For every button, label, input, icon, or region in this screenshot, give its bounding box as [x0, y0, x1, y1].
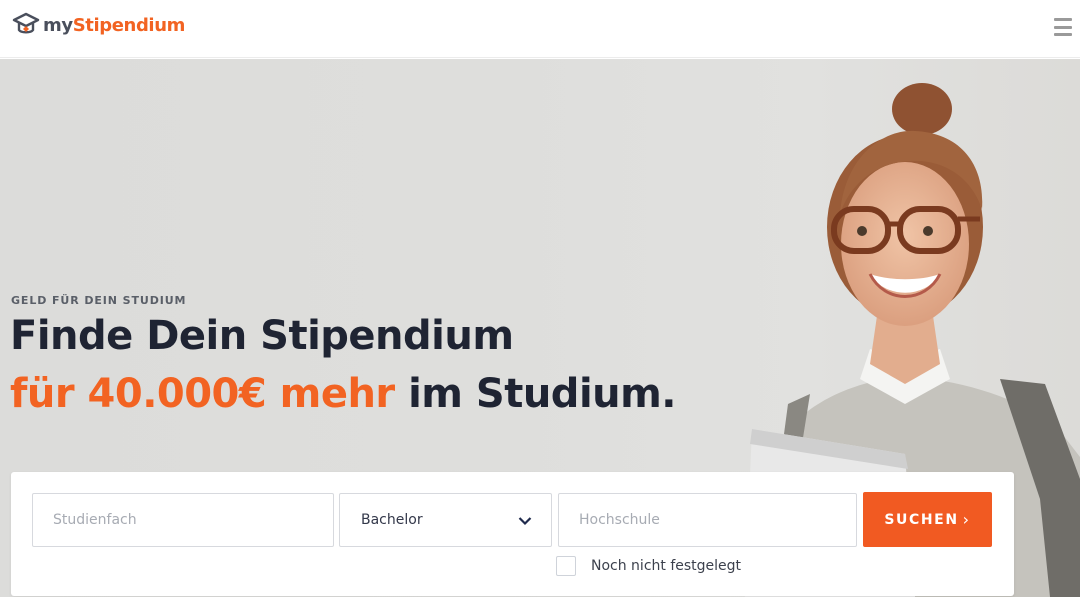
hochschule-input[interactable]	[559, 494, 856, 546]
degree-select-value: Bachelor	[361, 512, 423, 528]
chevron-right-icon: ›	[962, 510, 971, 529]
hamburger-menu-icon[interactable]	[1054, 18, 1072, 36]
chevron-down-icon	[518, 517, 532, 526]
hero-headline-line1: Finde Dein Stipendium	[10, 313, 514, 359]
graduation-cap-logo-icon	[12, 12, 40, 34]
degree-select[interactable]: Bachelor	[339, 493, 552, 547]
hero-headline-rest: im Studium.	[394, 371, 676, 417]
hero-eyebrow: GELD FÜR DEIN STUDIUM	[11, 294, 187, 307]
studienfach-input[interactable]	[33, 494, 333, 546]
site-header: myStipendium	[0, 0, 1080, 58]
scholarship-search-form: Bachelor SUCHEN› Noch nicht festgelegt	[11, 472, 1014, 596]
undecided-checkbox[interactable]	[556, 556, 576, 576]
hochschule-field[interactable]	[558, 493, 857, 547]
undecided-option[interactable]: Noch nicht festgelegt	[556, 556, 741, 576]
logo-text-brand: Stipendium	[72, 14, 186, 36]
hero-headline-line2: für 40.000€ mehr im Studium.	[10, 371, 677, 417]
logo-text-my: my	[43, 14, 73, 36]
brand-logo[interactable]: myStipendium	[12, 11, 185, 39]
undecided-label[interactable]: Noch nicht festgelegt	[591, 558, 741, 574]
search-button[interactable]: SUCHEN ›	[863, 492, 992, 547]
search-button-label: SUCHEN	[884, 511, 959, 528]
hero-section: GELD FÜR DEIN STUDIUM Finde Dein Stipend…	[0, 59, 1080, 597]
hero-headline-accent: für 40.000€ mehr	[10, 371, 395, 417]
logo-text: myStipendium	[43, 15, 185, 36]
studienfach-field[interactable]	[32, 493, 334, 547]
